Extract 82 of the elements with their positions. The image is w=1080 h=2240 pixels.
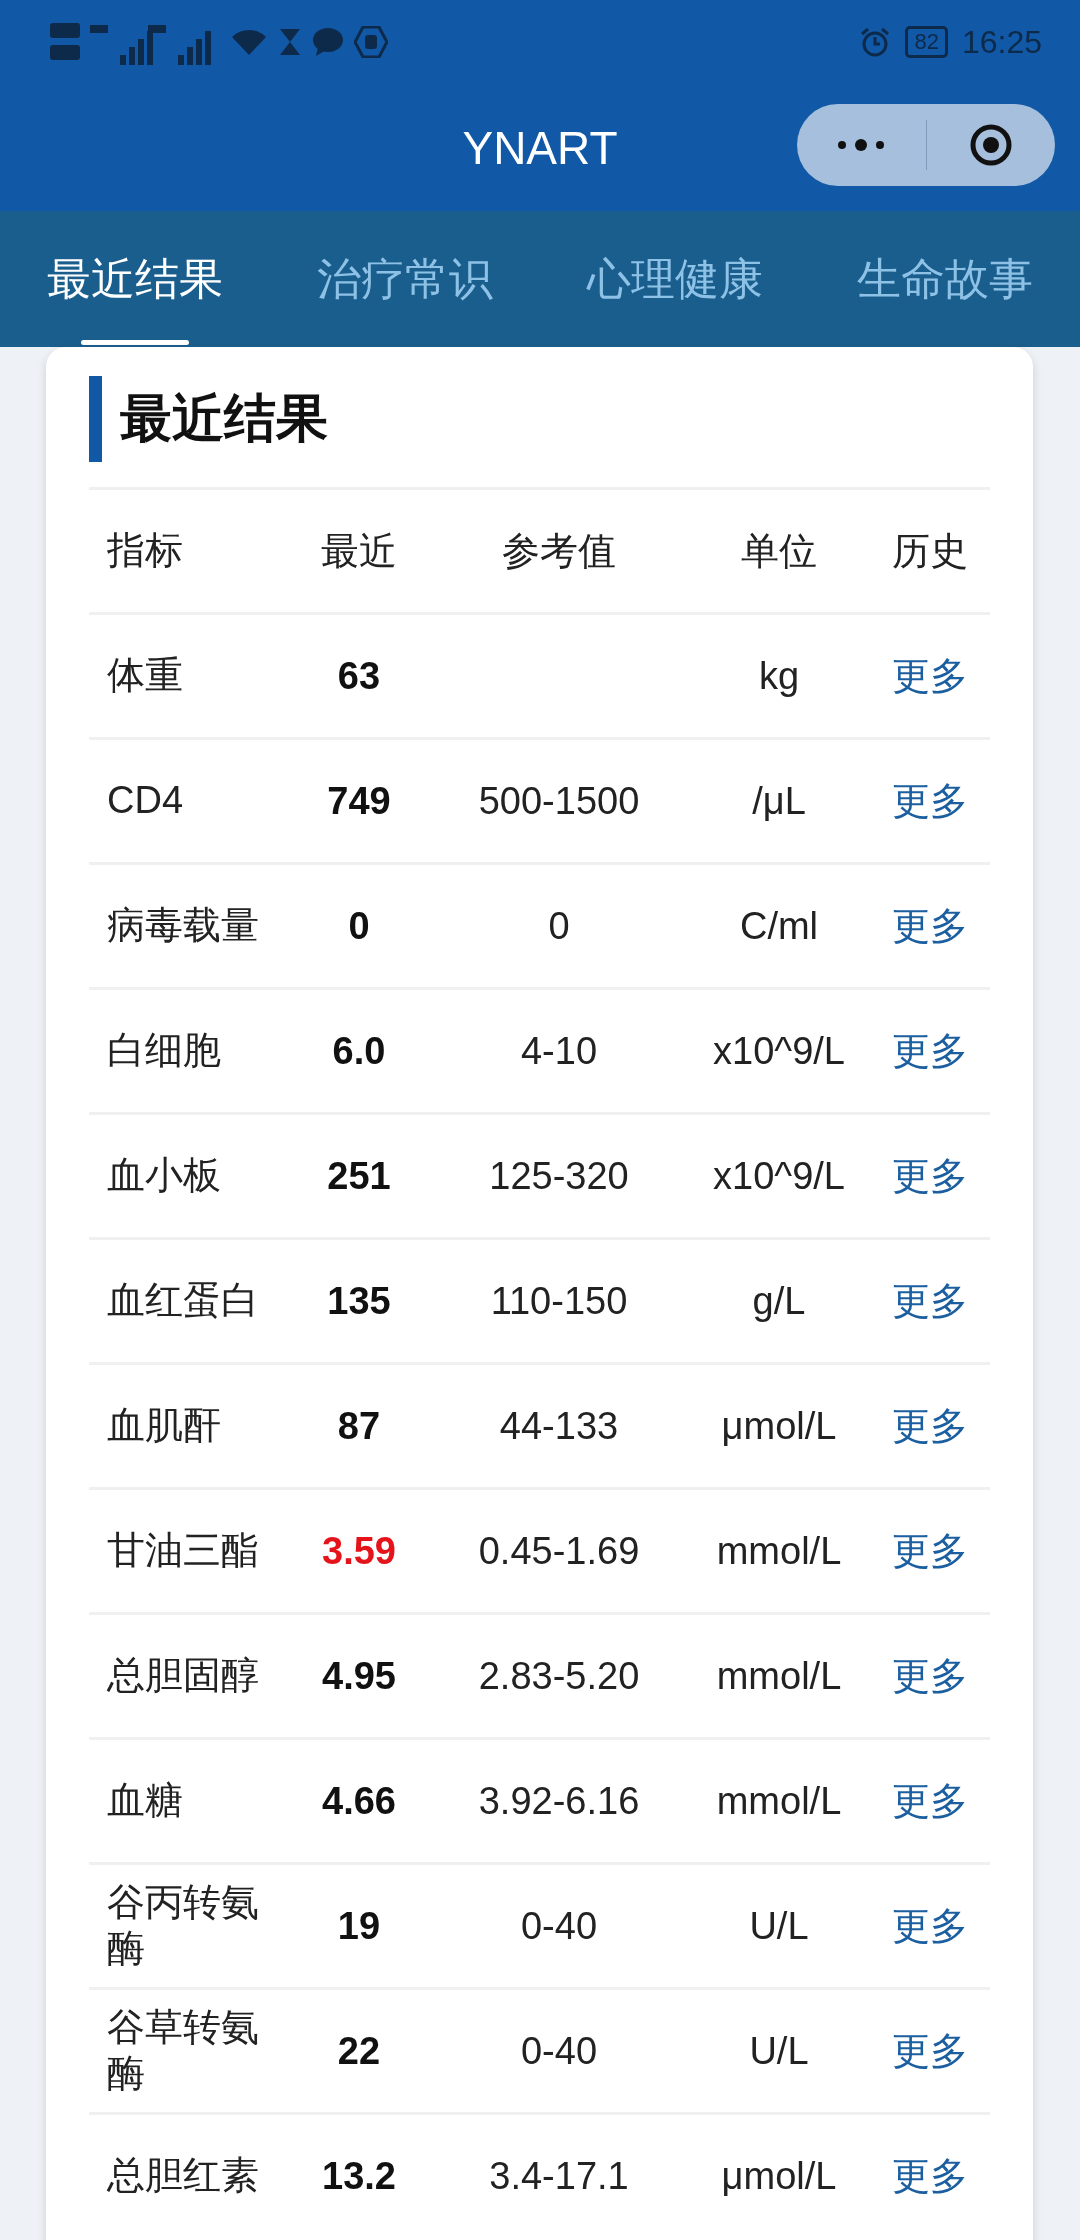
column-header: 指标 — [106, 528, 184, 574]
table-cell-text: μmol/L — [720, 1404, 838, 1448]
table-cell-text: 2.83-5.20 — [477, 1654, 641, 1698]
table-cell-text: 0.45-1.69 — [477, 1529, 641, 1573]
table-cell-text: 甘油三酯 — [106, 1528, 260, 1574]
table-cell-text: 13.2 — [321, 2154, 397, 2198]
table-cell-text: 749 — [326, 779, 392, 823]
tab[interactable]: 治疗常识 — [270, 211, 540, 347]
table-cell-text: 3.92-6.16 — [477, 1779, 641, 1823]
table-cell-text: 3.59 — [321, 1529, 397, 1573]
wifi-icon — [230, 27, 268, 57]
more-link[interactable]: 更多 — [891, 1779, 968, 1822]
table-cell-text: /μL — [751, 779, 807, 823]
table-cell-text: 0-40 — [519, 2029, 599, 2073]
table-cell-text: mmol/L — [715, 1529, 843, 1573]
table-cell-text: CD4 — [106, 778, 185, 824]
table-cell-text: 3.4-17.1 — [488, 2154, 630, 2198]
table-cell-text: 血小板 — [106, 1153, 222, 1199]
table-cell-text: 谷草转氨酶 — [106, 2005, 260, 2096]
table-cell-text: 病毒载量 — [106, 903, 260, 949]
table-cell-text: 63 — [336, 654, 382, 698]
more-link[interactable]: 更多 — [891, 1279, 968, 1322]
table-cell-text: 白细胞 — [106, 1028, 222, 1074]
table-cell-text: 4-10 — [519, 1029, 599, 1073]
table-cell-text: 0 — [347, 904, 371, 948]
table-cell-text: 体重 — [106, 653, 184, 699]
table-cell-text: 血红蛋白 — [106, 1278, 260, 1324]
more-link[interactable]: 更多 — [891, 654, 968, 697]
column-header: 参考值 — [501, 528, 617, 574]
table-cell-text: 110-150 — [489, 1279, 629, 1323]
table-cell-text: U/L — [748, 2029, 810, 2073]
table-cell-text: 500-1500 — [477, 779, 641, 823]
table-cell-text: 44-133 — [498, 1404, 620, 1448]
hourglass-icon — [278, 27, 302, 57]
table-cell-text: 22 — [336, 2029, 382, 2073]
more-link[interactable]: 更多 — [891, 1029, 968, 1072]
table-cell-text: 19 — [336, 1904, 382, 1948]
table-cell-text: 6.0 — [331, 1029, 387, 1073]
table-cell-text: U/L — [748, 1904, 810, 1948]
column-header: 单位 — [740, 528, 818, 574]
table-cell-text: mmol/L — [715, 1654, 843, 1698]
more-link[interactable]: 更多 — [891, 1904, 968, 1947]
more-link[interactable]: 更多 — [891, 2029, 968, 2072]
table-cell-text: 135 — [326, 1279, 392, 1323]
tab[interactable]: 最近结果 — [0, 211, 270, 347]
table-cell-text: 总胆固醇 — [106, 1653, 260, 1699]
column-header: 最近 — [320, 528, 398, 574]
app-title: YNART — [462, 120, 618, 175]
more-link[interactable]: 更多 — [891, 904, 968, 947]
table-cell-text: 4.66 — [321, 1779, 397, 1823]
table-cell-text: mmol/L — [715, 1779, 843, 1823]
more-link[interactable]: 更多 — [891, 779, 968, 822]
chat-icon — [312, 27, 344, 57]
more-link[interactable]: 更多 — [891, 1654, 968, 1697]
table-cell-text: 87 — [336, 1404, 382, 1448]
table-cell-text: 125-320 — [488, 1154, 630, 1198]
table-cell-text: 251 — [326, 1154, 392, 1198]
table-cell-text: kg — [757, 654, 801, 698]
card-title: 最近结果 — [120, 388, 328, 449]
more-link[interactable]: 更多 — [891, 1154, 968, 1197]
table-cell-text: 血肌酐 — [106, 1403, 222, 1449]
battery-level: 82 — [905, 26, 948, 58]
more-link[interactable]: 更多 — [891, 1404, 968, 1447]
tab[interactable]: 心理健康 — [540, 211, 810, 347]
table-cell-text: 谷丙转氨酶 — [106, 1880, 260, 1971]
table-cell-text: C/ml — [738, 904, 820, 948]
table-cell-text: 0 — [547, 904, 571, 948]
tab[interactable]: 生命故事 — [810, 211, 1080, 347]
more-link[interactable]: 更多 — [891, 2154, 968, 2197]
table-cell-text: g/L — [751, 1279, 807, 1323]
table-cell-text: x10^9/L — [712, 1029, 846, 1073]
clock-time: 16:25 — [961, 23, 1042, 61]
table-cell-text: x10^9/L — [712, 1154, 846, 1198]
table-cell-text: 0-40 — [519, 1904, 599, 1948]
alarm-icon — [859, 26, 892, 58]
more-icon[interactable] — [836, 138, 887, 152]
table-cell-text: 4.95 — [321, 1654, 397, 1698]
more-link[interactable]: 更多 — [891, 1529, 968, 1572]
column-header: 历史 — [890, 528, 969, 574]
table-cell-text: 总胆红素 — [106, 2153, 260, 2199]
table-cell-text: 血糖 — [106, 1778, 184, 1824]
table-cell-text: μmol/L — [720, 2154, 838, 2198]
